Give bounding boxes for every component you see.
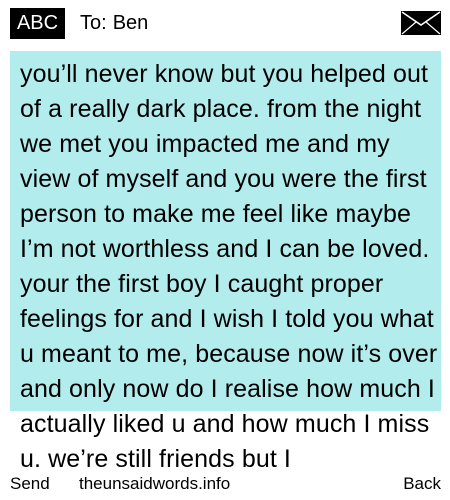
envelope-icon[interactable] bbox=[400, 10, 442, 36]
watermark-url: theunsaidwords.info bbox=[79, 474, 231, 493]
recipient-row[interactable]: To: Ben bbox=[80, 8, 148, 39]
to-label: To: bbox=[80, 12, 107, 34]
compose-header: ABC To: Ben bbox=[0, 0, 450, 46]
softkey-bar: Send theunsaidwords.info Back bbox=[0, 473, 450, 495]
send-softkey[interactable]: Send bbox=[10, 473, 50, 495]
back-softkey[interactable]: Back bbox=[403, 473, 441, 495]
sms-compose-screen: ABC To: Ben you’ll never know but you hel… bbox=[0, 0, 450, 500]
message-body[interactable]: you’ll never know but you helped out of … bbox=[10, 51, 441, 500]
recipient-name[interactable]: Ben bbox=[113, 8, 149, 39]
input-mode-indicator[interactable]: ABC bbox=[10, 8, 65, 39]
message-text[interactable]: you’ll never know but you helped out of … bbox=[20, 57, 438, 477]
